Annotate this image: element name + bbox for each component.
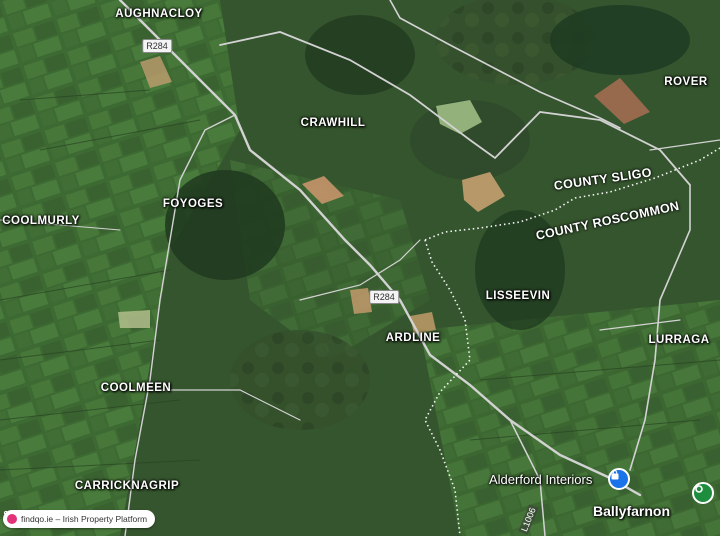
poi-pin-green[interactable]	[692, 482, 714, 504]
town-label-carricknagrip: CARRICKNAGRIP	[74, 480, 180, 492]
map-view[interactable]: AUGHNACLOY CRAWHILL ROVER FOYOGES COOLMU…	[0, 0, 720, 536]
poi-label-alderford-interiors[interactable]: Alderford Interiors	[489, 472, 592, 487]
town-label-lisseevin: LISSEEVIN	[485, 290, 551, 302]
findqo-logo-icon	[3, 510, 17, 524]
poi-pin-alderford-interiors[interactable]	[608, 468, 630, 490]
road-shield-r284-north: R284	[142, 39, 172, 53]
town-label-coolmeen: COOLMEEN	[100, 382, 172, 394]
town-label-foyoges: FOYOGES	[162, 198, 224, 210]
town-label-ardline: ARDLINE	[385, 332, 441, 344]
attribution-text: findqo.ie – Irish Property Platform	[21, 514, 148, 524]
town-label-aughnacloy: AUGHNACLOY	[115, 8, 203, 20]
satellite-imagery	[0, 0, 720, 536]
town-label-lurraga: LURRAGA	[648, 334, 710, 346]
town-label-coolmurly: COOLMURLY	[2, 215, 80, 227]
attribution-badge[interactable]: findqo.ie – Irish Property Platform	[3, 510, 156, 528]
road-shield-r284-south: R284	[369, 290, 399, 304]
town-label-crawhill: CRAWHILL	[300, 117, 366, 129]
village-label-ballyfarnon[interactable]: Ballyfarnon	[593, 503, 670, 519]
town-label-rover: ROVER	[664, 76, 708, 88]
